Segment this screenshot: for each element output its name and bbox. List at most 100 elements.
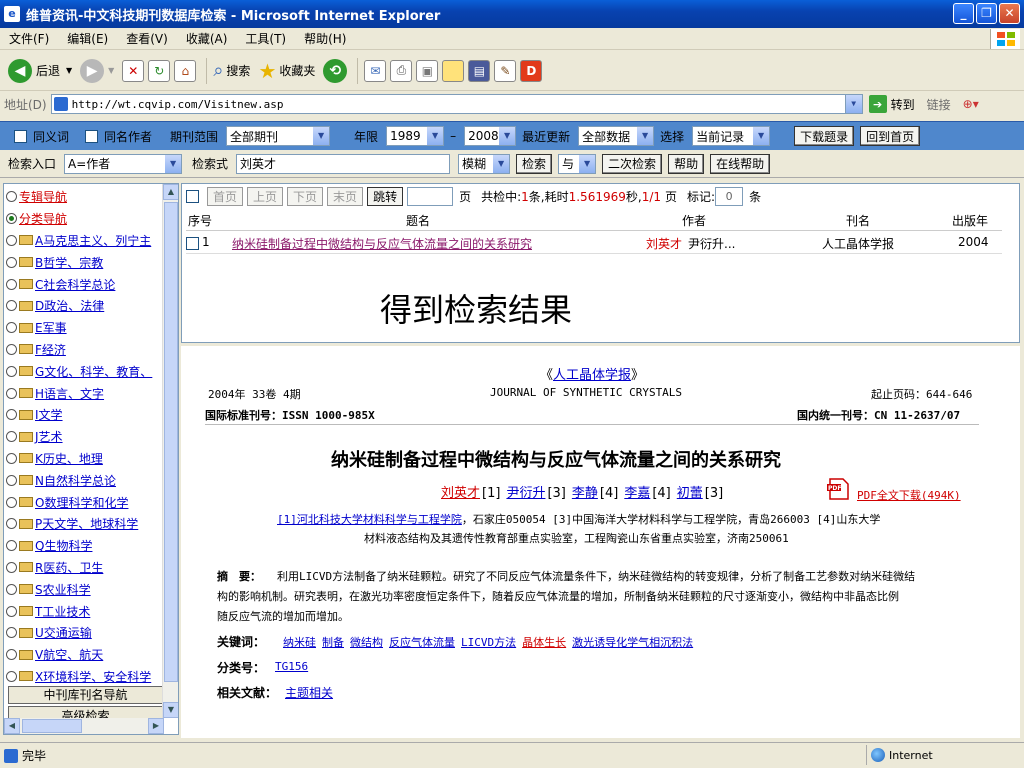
author-link[interactable]: 刘英才 — [441, 486, 480, 501]
home-button[interactable]: 回到首页 — [860, 126, 921, 146]
author-link[interactable]: 初蕾 — [677, 486, 703, 501]
radio-icon[interactable] — [6, 278, 17, 290]
nav-item-label[interactable]: P天文学、地球科学 — [35, 515, 138, 532]
nav-item-label[interactable]: D政治、法律 — [35, 297, 104, 314]
nav-item[interactable]: C社会科学总论 — [6, 273, 164, 295]
back-button[interactable]: ◀ 后退 ▼ — [8, 58, 72, 83]
nav-item[interactable]: O数理科学和化学 — [6, 491, 164, 513]
nav-item-label[interactable]: K历史、地理 — [35, 450, 103, 467]
translate-icon[interactable]: ⊕▾ — [963, 97, 979, 111]
radio-icon[interactable] — [6, 365, 17, 377]
row-checkbox[interactable] — [186, 237, 199, 250]
radio-icon[interactable] — [6, 256, 17, 268]
nav-item-label[interactable]: I文学 — [35, 406, 63, 423]
first-page-button[interactable]: 首页 — [207, 187, 244, 206]
nav-item[interactable]: H语言、文字 — [6, 382, 164, 404]
menu-help[interactable]: 帮助(H) — [295, 30, 355, 47]
logic-select[interactable]: 与 ▼ — [558, 153, 597, 174]
radio-icon[interactable] — [6, 605, 17, 617]
search-button[interactable]: ⌕ 搜索 — [213, 60, 250, 81]
keyword-link[interactable]: LICVD方法 — [461, 636, 516, 649]
nav-item-label[interactable]: 专辑导航 — [19, 188, 67, 205]
journal-range-select[interactable]: 全部期刊 ▼ — [226, 126, 331, 146]
record-select[interactable]: 当前记录 ▼ — [692, 126, 771, 146]
tools-icon[interactable]: ✎ — [494, 59, 517, 82]
radio-icon[interactable] — [6, 561, 17, 573]
nav-item-label[interactable]: U交通运输 — [35, 624, 92, 641]
radio-icon[interactable] — [6, 234, 17, 246]
page-input[interactable] — [407, 187, 454, 206]
keyword-link[interactable]: 微结构 — [350, 636, 383, 649]
nav-item-label[interactable]: O数理科学和化学 — [35, 494, 128, 511]
nav-item[interactable]: T工业技术 — [6, 600, 164, 622]
nav-item[interactable]: K历史、地理 — [6, 448, 164, 470]
favorites-button[interactable]: ★ 收藏夹 — [258, 59, 315, 83]
nav-item-label[interactable]: Q生物科学 — [35, 537, 92, 554]
nav-item-label[interactable]: S农业科学 — [35, 581, 91, 598]
nav-vertical-scrollbar[interactable]: ▲ ▼ — [162, 184, 178, 718]
jump-button[interactable]: 跳转 — [367, 187, 404, 206]
nav-item[interactable]: X环境科学、安全科学 — [6, 666, 164, 688]
radio-icon[interactable] — [6, 670, 17, 682]
search-submit-button[interactable]: 检索 — [516, 153, 553, 174]
affiliation-link[interactable]: [1]河北科技大学材料科学与工程学院 — [277, 513, 462, 526]
author-link[interactable]: 尹衍升 — [506, 486, 545, 501]
nav-item[interactable]: A马克思主义、列宁主 — [6, 230, 164, 252]
keyword-link[interactable]: 纳米硅 — [283, 636, 316, 649]
second-search-button[interactable]: 二次检索 — [602, 153, 663, 174]
nav-item-label[interactable]: F经济 — [35, 341, 66, 358]
related-link[interactable]: 主题相关 — [285, 684, 333, 701]
row-title-link[interactable]: 纳米硅制备过程中微结构与反应气体流量之间的关系研究 — [232, 235, 532, 252]
radio-icon[interactable] — [6, 300, 17, 312]
nav-item-label[interactable]: T工业技术 — [35, 603, 90, 620]
plugin-icon[interactable]: D — [520, 59, 543, 82]
radio-icon[interactable] — [6, 540, 17, 552]
scroll-up-icon[interactable]: ▲ — [163, 184, 178, 200]
nav-item[interactable]: D政治、法律 — [6, 295, 164, 317]
nav-item-label[interactable]: A马克思主义、列宁主 — [35, 232, 151, 249]
nav-item[interactable]: F经济 — [6, 339, 164, 361]
nav-item[interactable]: P天文学、地球科学 — [6, 513, 164, 535]
nav-item[interactable]: 专辑导航 — [6, 186, 164, 208]
nav-item[interactable]: E军事 — [6, 317, 164, 339]
nav-item-label[interactable]: B哲学、宗教 — [35, 254, 103, 271]
pdf-icon[interactable]: PDF — [827, 478, 851, 503]
save-icon[interactable]: ▤ — [468, 59, 491, 82]
print-icon[interactable]: ⎙ — [390, 59, 413, 82]
query-input[interactable]: 刘英才 — [236, 153, 451, 174]
keyword-link[interactable]: 晶体生长 — [522, 636, 566, 649]
nav-item[interactable]: Q生物科学 — [6, 535, 164, 557]
prev-page-button[interactable]: 上页 — [247, 187, 284, 206]
nav-item[interactable]: 分类导航 — [6, 208, 164, 230]
forward-button[interactable]: ▶ ▼ — [80, 58, 114, 83]
scroll-thumb[interactable] — [22, 719, 82, 733]
author-link[interactable]: 李静 — [572, 486, 598, 501]
radio-icon[interactable] — [6, 496, 17, 508]
same-author-checkbox[interactable] — [85, 129, 99, 143]
year-to-select[interactable]: 2008 ▼ — [464, 126, 517, 146]
nav-horizontal-scrollbar[interactable]: ◀ ▶ — [4, 718, 164, 734]
close-button[interactable]: ✕ — [999, 3, 1020, 24]
select-all-checkbox[interactable] — [186, 190, 199, 203]
nav-item-label[interactable]: X环境科学、安全科学 — [35, 668, 151, 685]
year-from-select[interactable]: 1989 ▼ — [386, 126, 445, 146]
maximize-button[interactable]: ❐ — [976, 3, 997, 24]
menu-file[interactable]: 文件(F) — [0, 30, 58, 47]
home-icon[interactable]: ⌂ — [174, 59, 197, 82]
radio-icon[interactable] — [6, 649, 17, 661]
radio-icon[interactable] — [6, 322, 17, 334]
radio-icon[interactable] — [6, 191, 17, 203]
radio-icon[interactable] — [6, 474, 17, 486]
radio-icon[interactable] — [6, 387, 17, 399]
author-link[interactable]: 李嘉 — [624, 486, 650, 501]
forward-dropdown-icon[interactable]: ▼ — [108, 66, 114, 75]
back-dropdown-icon[interactable]: ▼ — [66, 66, 72, 75]
keyword-link[interactable]: 激光诱导化学气相沉积法 — [572, 636, 693, 649]
scroll-right-icon[interactable]: ▶ — [148, 718, 164, 734]
address-dropdown-icon[interactable]: ▼ — [844, 95, 862, 113]
radio-icon[interactable] — [6, 452, 17, 464]
nav-item-label[interactable]: N自然科学总论 — [35, 472, 116, 489]
note-icon[interactable] — [442, 59, 465, 82]
radio-icon[interactable] — [6, 627, 17, 639]
links-label[interactable]: 链接 — [927, 96, 951, 113]
